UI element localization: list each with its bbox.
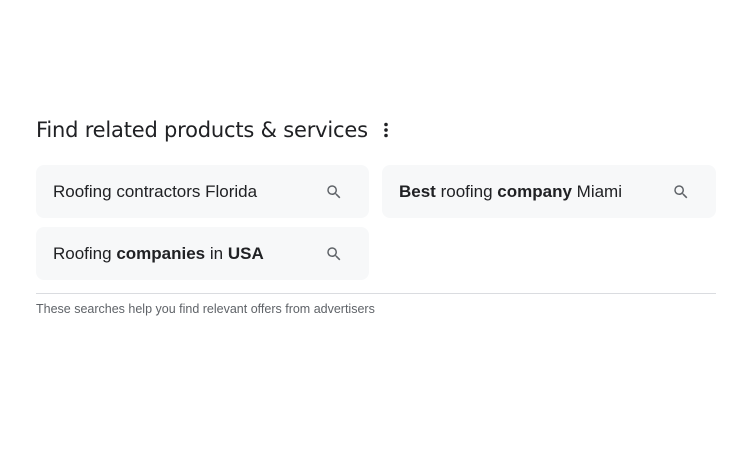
related-searches-section: Find related products & services Roofing… — [36, 112, 716, 316]
section-header: Find related products & services — [36, 112, 716, 148]
divider — [36, 293, 716, 294]
suggestion-text: Roofing companies in USA — [53, 244, 264, 264]
more-vert-icon — [384, 122, 388, 138]
suggestion-text-bold: company — [497, 181, 572, 201]
suggestion-text-bold: companies — [116, 243, 206, 263]
search-icon — [325, 245, 343, 263]
suggestion-text-part: Roofing contractors Florida — [53, 181, 258, 201]
suggestion-text: Best roofing company Miami — [399, 182, 622, 202]
section-title: Find related products & services — [36, 118, 368, 142]
suggestion-chip[interactable]: Roofing contractors Florida — [36, 165, 369, 218]
suggestion-text-bold: USA — [227, 243, 264, 263]
suggestion-text-part: in — [205, 243, 228, 263]
suggestion-text-part: roofing — [435, 181, 498, 201]
suggestion-chip[interactable]: Best roofing company Miami — [382, 165, 716, 218]
suggestion-chip[interactable]: Roofing companies in USA — [36, 227, 369, 280]
suggestion-text-part: Miami — [571, 181, 622, 201]
disclaimer-text: These searches help you find relevant of… — [36, 302, 375, 316]
suggestion-text-part: Roofing — [53, 243, 117, 263]
search-icon — [325, 183, 343, 201]
more-options-button[interactable] — [376, 118, 396, 142]
search-icon — [672, 183, 690, 201]
suggestions-grid: Roofing contractors Florida Best roofing… — [36, 165, 716, 280]
suggestion-text-bold: Best — [399, 181, 436, 201]
suggestion-text: Roofing contractors Florida — [53, 182, 257, 202]
